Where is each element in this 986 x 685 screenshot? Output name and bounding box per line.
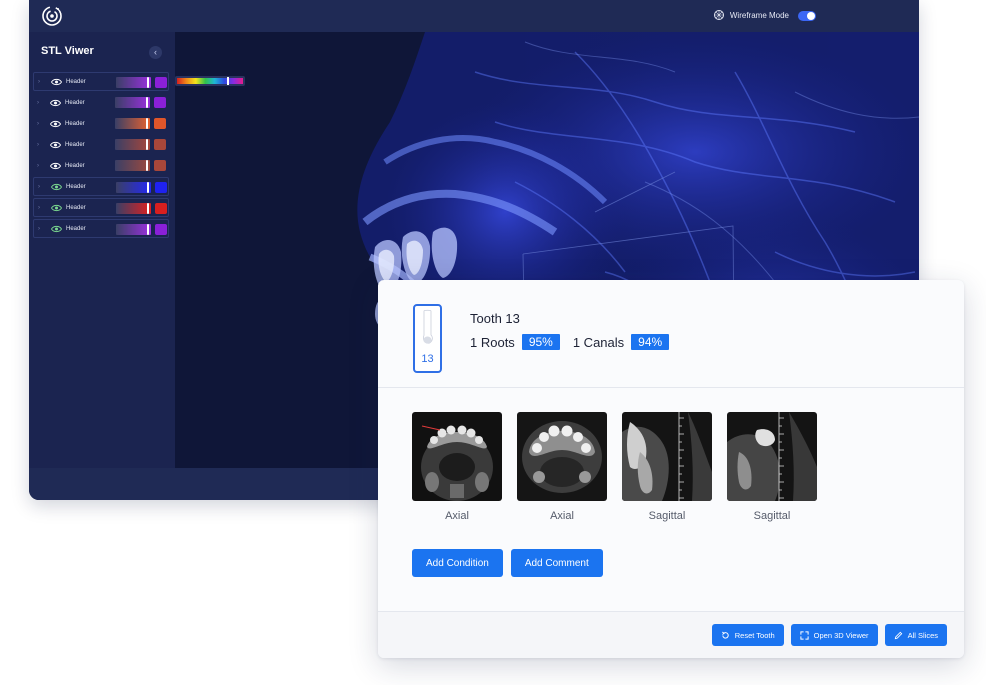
slice-caption: Axial [445, 510, 469, 522]
eye-icon[interactable] [51, 78, 62, 86]
layer-opacity-slider[interactable] [115, 118, 150, 129]
layer-color-swatch[interactable] [155, 77, 167, 88]
slice-thumbnail[interactable]: Sagittal [622, 412, 712, 522]
tooth-icon [422, 309, 433, 344]
layer-row[interactable]: › Header [33, 156, 169, 175]
collapse-sidebar-button[interactable]: ‹ [149, 46, 162, 59]
chevron-right-icon[interactable]: › [38, 226, 46, 232]
layer-row[interactable]: › Header [33, 114, 169, 133]
axial-slice-image [517, 412, 607, 501]
roots-label: 1 Roots [470, 334, 515, 350]
layer-color-swatch[interactable] [155, 182, 167, 193]
wireframe-toggle[interactable] [798, 11, 816, 21]
add-comment-button[interactable]: Add Comment [510, 549, 603, 577]
layer-label: Header [65, 120, 85, 127]
eye-icon[interactable] [50, 120, 61, 128]
slice-thumbnail[interactable]: Axial [412, 412, 502, 522]
all-slices-button[interactable]: All Slices [884, 624, 947, 646]
color-scale-picker[interactable] [175, 76, 245, 86]
layer-label: Header [66, 78, 86, 85]
layer-label: Header [66, 204, 86, 211]
slice-thumbnails: Axial Axial Sagittal Sagittal [412, 412, 817, 522]
roots-confidence-badge: 95% [521, 334, 560, 350]
tooth-detail-card: 13 Tooth 13 1 Roots 95% 1 Canals 94% Axi… [378, 280, 964, 658]
layer-color-swatch[interactable] [155, 224, 167, 235]
eye-icon[interactable] [51, 225, 62, 233]
all-slices-label: All Slices [907, 630, 938, 640]
layer-color-swatch[interactable] [154, 118, 166, 129]
chevron-right-icon[interactable]: › [38, 184, 46, 190]
chevron-right-icon[interactable]: › [37, 142, 45, 148]
layer-opacity-slider[interactable] [115, 97, 150, 108]
layer-opacity-slider[interactable] [116, 77, 151, 88]
wireframe-label: Wireframe Mode [729, 10, 789, 20]
tooth-number: 13 [421, 353, 434, 365]
layer-opacity-slider[interactable] [115, 139, 150, 150]
layer-color-swatch[interactable] [154, 160, 166, 171]
layer-color-swatch[interactable] [154, 97, 166, 108]
chevron-right-icon[interactable]: › [37, 100, 45, 106]
slice-thumbnail[interactable]: Sagittal [727, 412, 817, 522]
layer-row[interactable]: › Header [33, 135, 169, 154]
eye-icon[interactable] [51, 183, 62, 191]
tooth-actions: Add Condition Add Comment [412, 549, 603, 577]
layer-sidebar: STL Viwer ‹ › Header › Header › Header › Header… [29, 32, 175, 468]
layer-label: Header [66, 183, 86, 190]
layer-label: Header [65, 99, 85, 106]
eye-icon[interactable] [50, 141, 61, 149]
tooth-title: Tooth 13 [470, 311, 520, 326]
sagittal-slice-image [727, 412, 817, 501]
tooth-badge[interactable]: 13 [413, 304, 442, 373]
eye-icon[interactable] [51, 204, 62, 212]
reset-tooth-label: Reset Tooth [734, 630, 775, 640]
axial-slice-image [412, 412, 502, 501]
add-condition-button[interactable]: Add Condition [412, 549, 503, 577]
sagittal-slice-image [622, 412, 712, 501]
chevron-right-icon[interactable]: › [37, 163, 45, 169]
tooth-metrics: 1 Roots 95% 1 Canals 94% [470, 334, 682, 350]
open-3d-viewer-button[interactable]: Open 3D Viewer [790, 624, 878, 646]
layer-opacity-slider[interactable] [116, 224, 151, 235]
layer-color-swatch[interactable] [155, 203, 167, 214]
slice-caption: Sagittal [648, 510, 686, 522]
canals-confidence-badge: 94% [631, 334, 670, 350]
layer-row[interactable]: › Header [33, 219, 169, 238]
layer-opacity-slider[interactable] [116, 182, 151, 193]
layer-row[interactable]: › Header [33, 93, 169, 112]
canals-label: 1 Canals [572, 334, 625, 350]
open-3d-viewer-label: Open 3D Viewer [813, 630, 869, 640]
layer-label: Header [65, 141, 85, 148]
card-footer: Reset Tooth Open 3D Viewer All Slices [378, 611, 964, 658]
pencil-icon [894, 631, 902, 639]
layer-list: › Header › Header › Header › Header › Header › Head… [33, 72, 169, 240]
layer-row[interactable]: › Header [33, 198, 169, 217]
top-bar: Wireframe Mode [29, 0, 919, 32]
sidebar-title: STL Viwer [41, 45, 94, 57]
wireframe-icon [713, 10, 724, 20]
layer-opacity-slider[interactable] [116, 203, 151, 214]
chevron-right-icon[interactable]: › [38, 205, 46, 211]
layer-label: Header [65, 162, 85, 169]
slice-caption: Sagittal [753, 510, 791, 522]
eye-icon[interactable] [50, 162, 61, 170]
layer-row[interactable]: › Header [33, 72, 169, 91]
reset-icon [721, 631, 729, 639]
layer-color-swatch[interactable] [154, 139, 166, 150]
chevron-right-icon[interactable]: › [38, 79, 46, 85]
slice-caption: Axial [550, 510, 574, 522]
expand-icon [800, 630, 809, 640]
layer-label: Header [66, 225, 86, 232]
reset-tooth-button[interactable]: Reset Tooth [711, 624, 784, 646]
chevron-right-icon[interactable]: › [37, 121, 45, 127]
app-logo-icon[interactable] [41, 5, 63, 27]
slice-thumbnail[interactable]: Axial [517, 412, 607, 522]
eye-icon[interactable] [50, 99, 61, 107]
layer-row[interactable]: › Header [33, 177, 169, 196]
layer-opacity-slider[interactable] [115, 160, 150, 171]
card-header: 13 Tooth 13 1 Roots 95% 1 Canals 94% [378, 280, 964, 388]
